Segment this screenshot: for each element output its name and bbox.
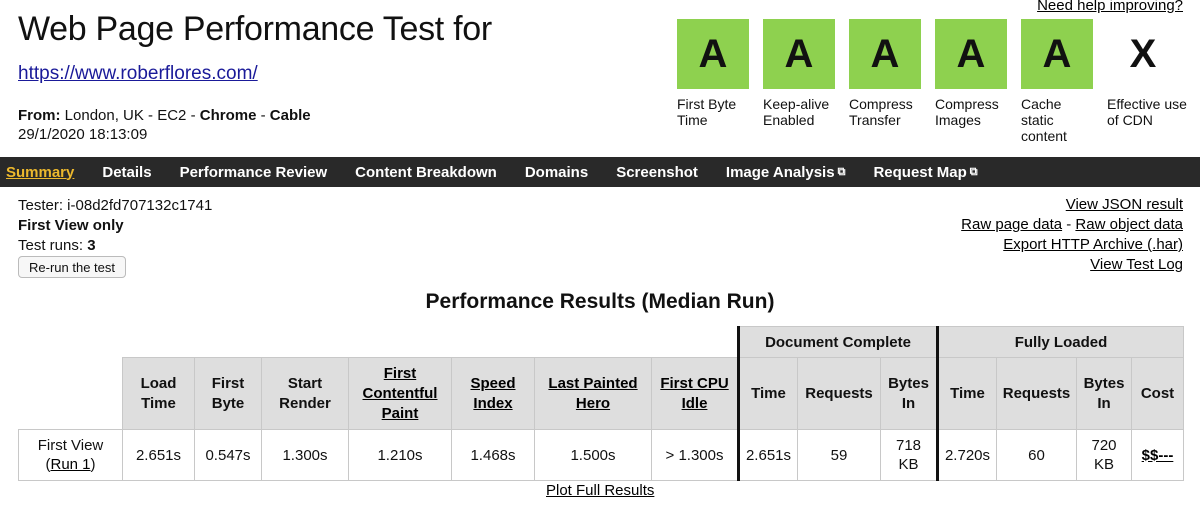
separator-text: - — [256, 107, 270, 124]
browser-text: Chrome — [199, 107, 257, 124]
group-document-complete: Document Complete — [737, 326, 938, 358]
cell-speed-index: 1.468s — [451, 429, 535, 481]
grade-label: Compress Transfer — [849, 96, 913, 128]
grade-label: First Byte Time — [677, 96, 737, 128]
external-link-icon: ⧉ — [837, 165, 846, 178]
grade-first-byte-time[interactable]: A First Byte Time — [677, 19, 749, 128]
cell-load-time: 2.651s — [122, 429, 195, 481]
results-nav: Summary Details Performance Review Conte… — [0, 157, 1200, 187]
col-doc-time: Time — [737, 357, 798, 430]
results-table: Document Complete Fully Loaded Load Time… — [18, 326, 1184, 481]
tab-label: Request Map — [873, 163, 967, 181]
tab-content-breakdown[interactable]: Content Breakdown — [341, 164, 511, 181]
link-separator: - — [1062, 216, 1076, 233]
col-doc-bytes: Bytes In — [880, 357, 938, 430]
test-location: From: London, UK - EC2 - Chrome - Cable — [18, 106, 311, 125]
grade-label: Cache static content — [1021, 96, 1067, 144]
grade-box: A — [849, 19, 921, 89]
cell-full-requests: 60 — [996, 429, 1077, 481]
cell-full-bytes: 720 KB — [1076, 429, 1132, 481]
external-link-icon: ⧉ — [969, 165, 978, 178]
grade-box: A — [1021, 19, 1093, 89]
cell-cost: $$--- — [1131, 429, 1184, 481]
test-info: Tester: i-08d2fd707132c1741 First View o… — [18, 196, 212, 256]
grade-compress-images[interactable]: A Compress Images — [935, 19, 1007, 128]
cell-first-cpu-idle: > 1.300s — [651, 429, 739, 481]
raw-page-data-link[interactable]: Raw page data — [961, 216, 1062, 233]
col-start-render: Start Render — [261, 357, 349, 430]
row-label: First View (Run 1) — [18, 429, 123, 481]
view-json-link[interactable]: View JSON result — [1066, 196, 1183, 213]
cell-fcp: 1.210s — [348, 429, 452, 481]
location-text: London, UK - EC2 - — [60, 107, 200, 124]
cell-first-byte: 0.547s — [194, 429, 262, 481]
help-improving-link[interactable]: Need help improving? — [1037, 0, 1183, 14]
run-1-link[interactable]: Run 1 — [50, 456, 90, 473]
grade-label: Compress Images — [935, 96, 999, 128]
grade-compress-transfer[interactable]: A Compress Transfer — [849, 19, 921, 128]
result-links: View JSON result Raw page data - Raw obj… — [961, 195, 1183, 275]
page-title: Web Page Performance Test for — [18, 10, 492, 48]
connection-text: Cable — [269, 107, 311, 124]
tab-image-analysis[interactable]: Image Analysis ⧉ — [712, 164, 860, 181]
group-fully-loaded: Fully Loaded — [936, 326, 1184, 358]
grade-cache-static[interactable]: A Cache static content — [1021, 19, 1093, 144]
grade-cdn[interactable]: X Effective use of CDN — [1107, 19, 1187, 129]
raw-object-data-link[interactable]: Raw object data — [1075, 216, 1183, 233]
view-mode: First View only — [18, 217, 124, 234]
cell-doc-time: 2.651s — [737, 429, 798, 481]
col-load-time: Load Time — [122, 357, 195, 430]
cost-link[interactable]: $$--- — [1142, 447, 1174, 464]
tab-request-map[interactable]: Request Map ⧉ — [859, 164, 991, 181]
tab-label: Image Analysis — [725, 163, 835, 181]
col-full-bytes: Bytes In — [1076, 357, 1132, 430]
export-har-link[interactable]: Export HTTP Archive (.har) — [1003, 236, 1183, 253]
tab-details[interactable]: Details — [88, 164, 165, 181]
col-first-contentful-paint[interactable]: First Contentful Paint — [363, 365, 438, 422]
tab-summary[interactable]: Summary — [0, 164, 88, 181]
tab-screenshot[interactable]: Screenshot — [602, 164, 712, 181]
grade-label: Effective use of CDN — [1107, 96, 1187, 128]
grade-box: A — [763, 19, 835, 89]
col-speed-index[interactable]: Speed Index — [470, 375, 515, 412]
cell-doc-bytes: 718 KB — [880, 429, 938, 481]
col-cost: Cost — [1131, 357, 1184, 430]
test-runs: Test runs: 3 — [18, 237, 96, 254]
grade-box: A — [935, 19, 1007, 89]
from-label: From: — [18, 107, 61, 124]
tester-id: Tester: i-08d2fd707132c1741 — [18, 197, 213, 214]
view-test-log-link[interactable]: View Test Log — [1090, 256, 1183, 273]
col-first-byte: First Byte — [194, 357, 262, 430]
tab-domains[interactable]: Domains — [511, 164, 602, 181]
test-date: 29/1/2020 18:13:09 — [18, 126, 148, 143]
grade-label: Keep-alive Enabled — [763, 96, 830, 128]
tested-url-link[interactable]: https://www.roberflores.com/ — [18, 63, 258, 85]
cell-start-render: 1.300s — [261, 429, 349, 481]
col-first-cpu-idle[interactable]: First CPU Idle — [660, 375, 728, 412]
col-last-painted-hero[interactable]: Last Painted Hero — [548, 375, 637, 412]
test-runs-count: 3 — [87, 237, 96, 254]
col-full-requests: Requests — [996, 357, 1077, 430]
col-full-time: Time — [936, 357, 997, 430]
cell-full-time: 2.720s — [936, 429, 997, 481]
cell-last-painted-hero: 1.500s — [534, 429, 652, 481]
grade-box: A — [677, 19, 749, 89]
rerun-test-button[interactable]: Re-run the test — [18, 256, 126, 278]
cell-doc-requests: 59 — [797, 429, 881, 481]
results-title: Performance Results (Median Run) — [425, 290, 775, 313]
grade-keep-alive[interactable]: A Keep-alive Enabled — [763, 19, 835, 128]
tab-performance-review[interactable]: Performance Review — [166, 164, 342, 181]
grade-box: X — [1129, 31, 1157, 76]
plot-full-results-link[interactable]: Plot Full Results — [546, 482, 654, 499]
table-row: First View (Run 1) 2.651s 0.547s 1.300s … — [18, 429, 1184, 481]
col-doc-requests: Requests — [797, 357, 881, 430]
